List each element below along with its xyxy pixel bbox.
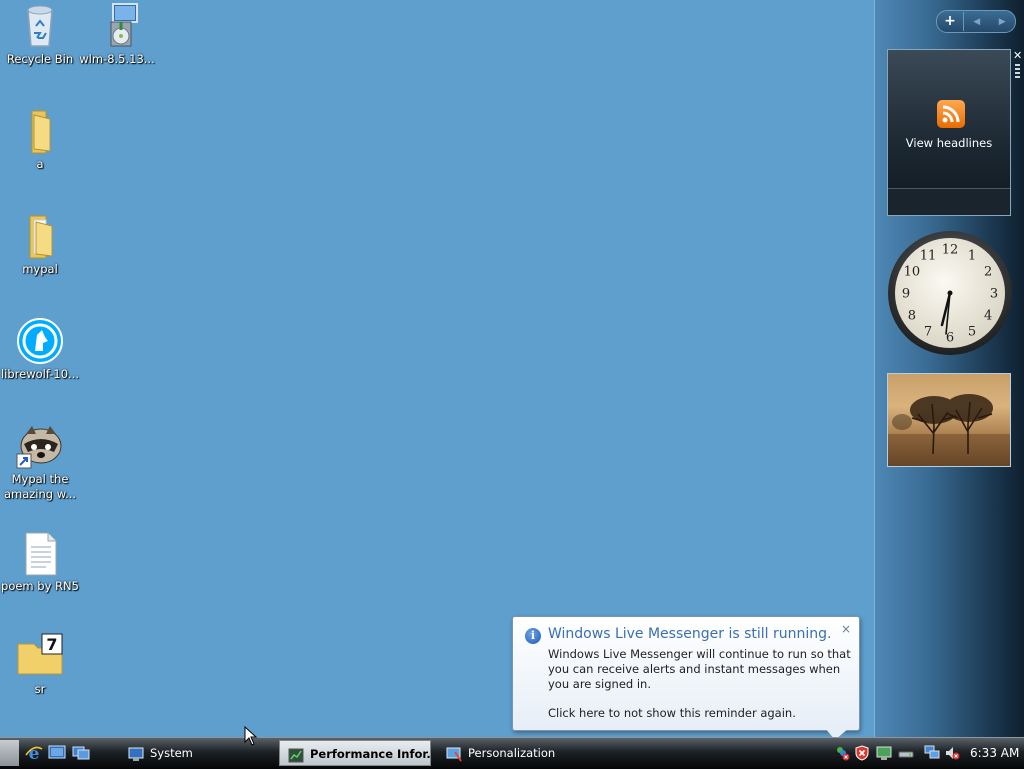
mouse-cursor-icon bbox=[244, 725, 258, 749]
folder-icon bbox=[16, 107, 64, 155]
system-icon bbox=[128, 745, 144, 761]
taskbar-button-label: Performance Infor... bbox=[310, 747, 431, 761]
desktop-icon-mypal-shortcut[interactable]: Mypal the amazing w... bbox=[0, 422, 80, 502]
personalization-icon bbox=[446, 745, 462, 762]
balloon-message: Windows Live Messenger will continue to … bbox=[548, 647, 851, 691]
close-balloon-button[interactable]: × bbox=[841, 622, 851, 636]
clock-numeral: 10 bbox=[904, 265, 921, 280]
installer-icon bbox=[93, 2, 141, 50]
desktop-icon-wlm-installer[interactable]: wlm-8.5.13... bbox=[77, 2, 157, 67]
start-button[interactable] bbox=[0, 740, 19, 766]
desktop-icon-label: Recycle Bin bbox=[6, 52, 74, 66]
desktop-icon-label: poem by RN5 bbox=[1, 579, 79, 593]
show-desktop-icon[interactable] bbox=[48, 744, 68, 762]
monitor-tray-icon[interactable] bbox=[876, 745, 892, 761]
system-tray: 6:33 AM bbox=[832, 738, 1024, 769]
taskbar-clock[interactable]: 6:33 AM bbox=[970, 746, 1019, 760]
clock-gadget[interactable]: 12 1 2 3 4 5 6 7 8 9 10 11 bbox=[887, 230, 1013, 356]
desktop-icon-label: librewolf-10... bbox=[0, 367, 80, 381]
clock-numeral: 8 bbox=[908, 309, 916, 324]
librewolf-icon bbox=[16, 317, 64, 365]
add-gadget-button[interactable]: + bbox=[937, 12, 964, 31]
svg-text:7: 7 bbox=[46, 635, 57, 654]
clock-numeral: 3 bbox=[990, 287, 998, 302]
security-alert-icon[interactable] bbox=[854, 745, 870, 761]
drag-gadget-handle[interactable] bbox=[1015, 64, 1020, 78]
desktop-icon-poem[interactable]: poem by RN5 bbox=[0, 529, 80, 594]
rss-feed-icon bbox=[937, 100, 965, 128]
text-file-icon bbox=[16, 529, 64, 577]
clock-numeral: 6 bbox=[946, 331, 954, 346]
desktop-icon-label: mypal bbox=[22, 262, 58, 276]
recycle-bin-icon bbox=[16, 2, 64, 50]
seven-zip-folder-icon: 7 bbox=[16, 632, 64, 680]
gadget-footer bbox=[888, 188, 1010, 215]
taskbar-button-label: System bbox=[150, 746, 193, 760]
desktop-icon-mypal[interactable]: mypal bbox=[0, 212, 80, 277]
taskbar-button-personalization[interactable]: Personalization bbox=[438, 740, 590, 766]
desktop-icon-label: sr bbox=[34, 682, 46, 696]
clock-numeral: 2 bbox=[984, 265, 992, 280]
clock-numeral: 12 bbox=[942, 243, 959, 258]
clock-numeral: 4 bbox=[984, 309, 992, 324]
desktop-icon-sr[interactable]: 7 sr bbox=[0, 632, 80, 697]
clock-numeral: 11 bbox=[920, 248, 937, 263]
desktop-icon-a[interactable]: a bbox=[0, 107, 80, 172]
desktop-icon-label: a bbox=[36, 157, 44, 171]
switch-windows-icon[interactable] bbox=[72, 744, 92, 762]
slideshow-gadget[interactable] bbox=[887, 373, 1011, 467]
desktop-icon-librewolf[interactable]: librewolf-10... bbox=[0, 317, 80, 382]
sidebar-controls: + ◀ ▶ bbox=[936, 10, 1016, 33]
desktop-icon-recycle-bin[interactable]: Recycle Bin bbox=[0, 2, 80, 67]
mypal-shortcut-icon bbox=[16, 422, 64, 470]
dont-show-reminder-link[interactable]: Click here to not show this reminder aga… bbox=[548, 706, 796, 720]
view-headlines-label[interactable]: View headlines bbox=[888, 136, 1010, 150]
volume-muted-icon[interactable] bbox=[944, 745, 960, 761]
clock-numeral: 9 bbox=[902, 287, 910, 302]
taskbar-button-label: Personalization bbox=[468, 746, 556, 760]
desktop-icon-label: Mypal the amazing w... bbox=[3, 472, 77, 501]
clock-face: 12 12 3 45678 9 10 11 bbox=[888, 231, 1012, 355]
taskbar: e System Performance Infor... Personaliz… bbox=[0, 737, 1024, 769]
info-icon: i bbox=[525, 628, 541, 644]
performance-icon bbox=[288, 746, 304, 763]
close-gadget-icon[interactable]: ✕ bbox=[1013, 49, 1022, 62]
notification-balloon[interactable]: i Windows Live Messenger is still runnin… bbox=[512, 616, 860, 740]
clock-numeral: 1 bbox=[968, 248, 976, 263]
device-tray-icon[interactable] bbox=[898, 745, 914, 761]
folder-icon bbox=[16, 212, 64, 260]
messenger-tray-icon[interactable] bbox=[834, 745, 850, 761]
internet-explorer-icon[interactable]: e bbox=[24, 744, 44, 764]
network-tray-icon[interactable] bbox=[924, 745, 940, 761]
feed-headlines-gadget[interactable]: View headlines bbox=[887, 49, 1011, 216]
desktop-icon-label: wlm-8.5.13... bbox=[79, 52, 155, 66]
tree-landscape-image bbox=[888, 394, 1010, 466]
clock-numeral: 5 bbox=[968, 325, 976, 340]
balloon-title: Windows Live Messenger is still running. bbox=[548, 626, 832, 642]
next-page-icon[interactable]: ▶ bbox=[990, 17, 1016, 27]
previous-page-icon[interactable]: ◀ bbox=[964, 17, 990, 27]
taskbar-button-performance[interactable]: Performance Infor... bbox=[279, 740, 431, 766]
clock-numeral: 7 bbox=[924, 325, 932, 340]
